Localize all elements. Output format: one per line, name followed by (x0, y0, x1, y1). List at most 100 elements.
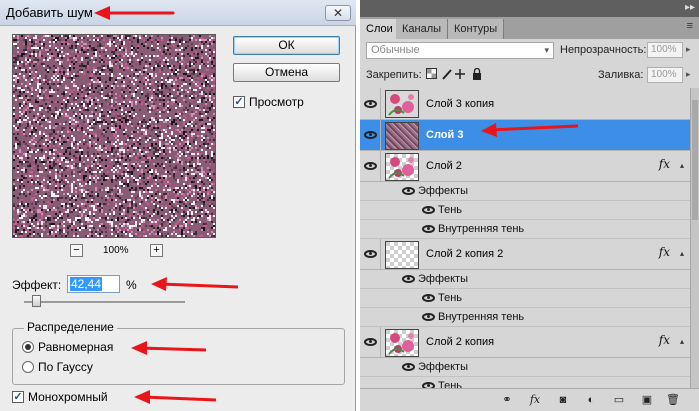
effects-group-row[interactable]: Эффекты (360, 182, 690, 201)
fx-icon[interactable]: fx (528, 393, 542, 407)
effect-name: Тень (438, 380, 463, 388)
close-icon: ✕ (332, 6, 344, 20)
panel-tabs: Слои Каналы Контуры ≡ (360, 17, 699, 39)
flower-thumbnail-art (388, 157, 414, 179)
eye-icon (364, 338, 377, 346)
effect-row[interactable]: Внутренняя тень (360, 220, 690, 239)
blend-mode-select[interactable]: Обычные ▾ (366, 42, 554, 59)
visibility-toggle[interactable] (360, 88, 381, 119)
distribution-group (12, 328, 345, 385)
layer-row[interactable]: Слой 2 копия fx ▴ (360, 327, 690, 358)
monochrome-checkbox[interactable]: ✓ (12, 391, 24, 403)
layers-panel: ▸▸ Слои Каналы Контуры ≡ Обычные ▾ Непро… (360, 0, 699, 411)
visibility-toggle[interactable] (360, 327, 381, 357)
effect-row[interactable]: Тень (360, 201, 690, 220)
radio-uniform-label: Равномерная (38, 340, 114, 354)
visibility-toggle[interactable] (360, 120, 381, 150)
zoom-out-button[interactable]: − (70, 244, 83, 257)
fill-value: 100% (651, 69, 677, 80)
panel-header-strip: ▸▸ (360, 0, 699, 17)
fill-field[interactable]: 100% (647, 67, 683, 83)
expand-arrow-icon[interactable]: ▴ (680, 337, 684, 346)
effect-row[interactable]: Тень (360, 289, 690, 308)
cancel-button[interactable]: Отмена (233, 63, 340, 82)
effect-slider-thumb[interactable] (32, 295, 41, 307)
zoom-in-button[interactable]: + (150, 244, 163, 257)
layers-scrollbar[interactable] (690, 88, 699, 388)
radio-gaussian[interactable] (22, 361, 34, 373)
lock-transparency-icon (426, 68, 437, 79)
opacity-arrow-icon[interactable]: ▸ (686, 44, 696, 55)
preview-checkbox[interactable]: ✓ (233, 96, 245, 108)
effect-name: Внутренняя тень (438, 311, 525, 323)
eye-icon (364, 250, 377, 258)
radio-uniform[interactable] (22, 341, 34, 353)
add-noise-dialog: Добавить шум ✕ − 100% + ОК Отмена ✓ Прос… (0, 0, 356, 411)
layer-thumbnail (385, 329, 419, 357)
layer-row[interactable]: Слой 3 копия (360, 88, 690, 120)
visibility-toggle[interactable] (360, 239, 381, 269)
eye-icon (364, 100, 377, 108)
layer-row[interactable]: Слой 2 fx ▴ (360, 151, 690, 182)
effect-row[interactable]: Внутренняя тень (360, 308, 690, 327)
layer-thumbnail (385, 241, 419, 269)
effect-label: Эффект: (12, 278, 62, 292)
effect-unit: % (126, 278, 137, 292)
tab-channels[interactable]: Каналы (396, 19, 449, 39)
layer-name: Слой 3 копия (426, 98, 495, 110)
trash-icon[interactable]: 🗑 (666, 393, 680, 407)
effects-label: Эффекты (418, 361, 469, 373)
eye-icon (422, 313, 435, 321)
layer-name: Слой 2 копия (426, 336, 495, 348)
fx-icon: fx (658, 333, 670, 347)
lock-brush-icon (442, 69, 452, 80)
tab-layers[interactable]: Слои (360, 19, 400, 39)
noise-preview[interactable] (12, 34, 216, 238)
dialog-title: Добавить шум (6, 5, 93, 20)
checkmark-icon: ✓ (13, 391, 23, 403)
dialog-titlebar[interactable]: Добавить шум ✕ (0, 0, 356, 26)
distribution-label: Распределение (24, 320, 117, 334)
eye-icon (402, 187, 415, 195)
scrollbar-thumb[interactable] (692, 100, 698, 220)
fill-arrow-icon[interactable]: ▸ (686, 69, 696, 80)
noise-preview-image (13, 35, 215, 237)
lock-label: Закрепить: (366, 69, 422, 81)
visibility-toggle[interactable] (360, 151, 381, 181)
eye-icon (422, 206, 435, 214)
layer-thumbnail (385, 122, 419, 150)
lock-icons (426, 68, 481, 80)
effects-group-row[interactable]: Эффекты (360, 358, 690, 377)
effect-row[interactable]: Тень (360, 377, 690, 388)
group-folder-icon[interactable]: ▭ (612, 393, 626, 407)
close-button[interactable]: ✕ (325, 5, 351, 21)
effect-name: Тень (438, 292, 463, 304)
fx-icon: fx (658, 245, 670, 259)
tab-paths[interactable]: Контуры (448, 19, 505, 39)
expand-arrow-icon[interactable]: ▴ (680, 249, 684, 258)
opacity-value: 100% (651, 44, 677, 55)
eye-icon (422, 225, 435, 233)
layer-row[interactable]: Слой 2 копия 2 fx ▴ (360, 239, 690, 270)
link-icon[interactable]: ⚭ (500, 393, 514, 407)
layer-row-selected[interactable]: Слой 3 (360, 120, 690, 151)
effect-amount-input[interactable]: 42,44 (67, 275, 120, 293)
zoom-level: 100% (103, 245, 129, 256)
effect-amount-value: 42,44 (70, 277, 103, 291)
new-layer-icon[interactable]: ▣ (640, 393, 654, 407)
opacity-label: Непрозрачность: (560, 44, 647, 56)
monochrome-label: Монохромный (28, 390, 108, 404)
effect-slider-track[interactable] (24, 301, 185, 303)
layers-footer: ⚭ fx ◙ ◐ ▭ ▣ 🗑 (360, 388, 699, 411)
effects-label: Эффекты (418, 273, 469, 285)
panel-menu-icon[interactable]: ≡ (687, 20, 693, 32)
ok-button[interactable]: ОК (233, 36, 340, 55)
minus-icon: − (73, 244, 80, 256)
expand-arrow-icon[interactable]: ▴ (680, 161, 684, 170)
effects-group-row[interactable]: Эффекты (360, 270, 690, 289)
opacity-field[interactable]: 100% (647, 42, 683, 58)
adjustment-icon[interactable]: ◐ (584, 393, 598, 407)
collapse-icon[interactable]: ▸▸ (685, 2, 695, 13)
layer-name: Слой 3 (426, 129, 464, 141)
mask-icon[interactable]: ◙ (556, 393, 570, 407)
